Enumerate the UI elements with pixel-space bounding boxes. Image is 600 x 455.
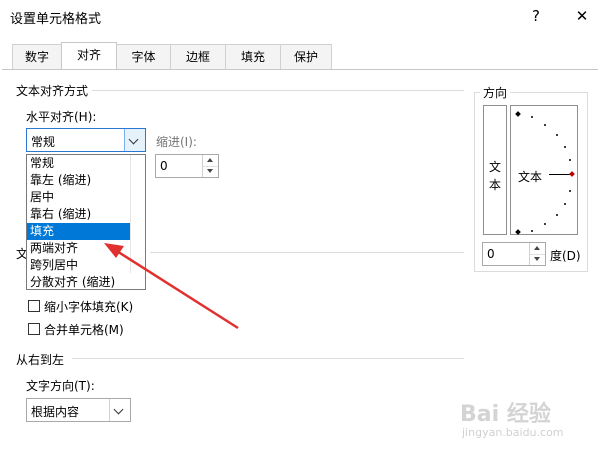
- arrow-shaft: [111, 246, 239, 330]
- annotation-arrow: [104, 243, 239, 330]
- arrow-head: [104, 243, 124, 258]
